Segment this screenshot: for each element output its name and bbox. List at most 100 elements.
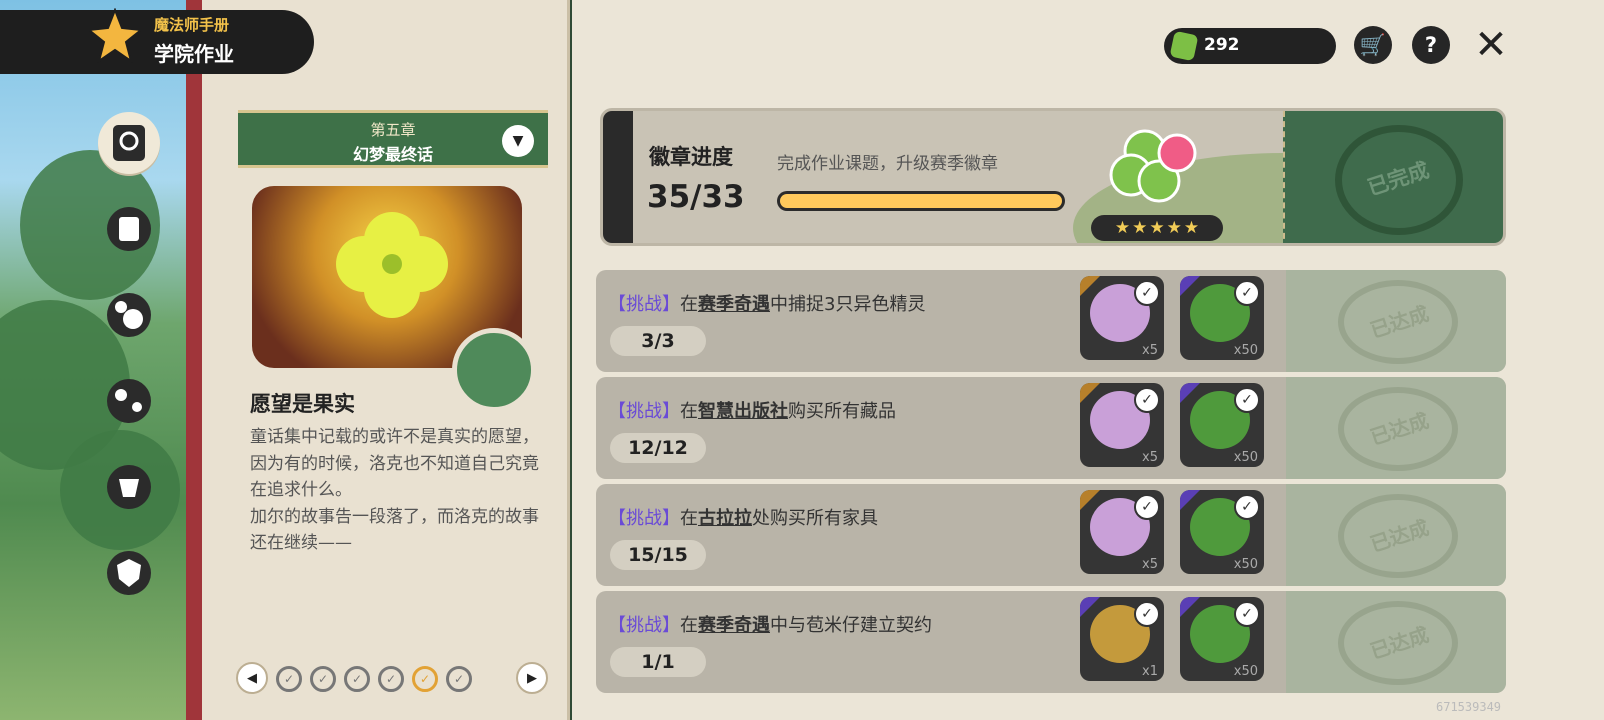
reward-qty: x5 xyxy=(1142,450,1158,465)
check-icon: ✓ xyxy=(1134,601,1160,627)
task-title: 【挑战】在智慧出版社购买所有藏品 xyxy=(608,397,896,423)
reward-item[interactable]: ✓ x50 xyxy=(1180,276,1264,360)
reward-qty: x50 xyxy=(1233,557,1258,572)
reward-qty: x5 xyxy=(1142,343,1158,358)
task-row: 【挑战】在古拉拉处购买所有家具 15/15 ✓ x5 ✓ x50 已达成 xyxy=(596,484,1506,586)
chapter-dropdown-button[interactable]: ▼ xyxy=(502,125,534,157)
reward-item[interactable]: ✓ x50 xyxy=(1180,490,1264,574)
task-pre: 在 xyxy=(680,508,698,529)
pet-paw-icon xyxy=(107,379,151,423)
star-bubbles-icon xyxy=(107,293,151,337)
reward-qty: x1 xyxy=(1142,664,1158,679)
shop-button[interactable]: 🛒 xyxy=(1354,26,1392,64)
task-progress: 12/12 xyxy=(610,433,706,463)
star-icon: ★ xyxy=(1183,218,1200,238)
page-dot[interactable]: ✓ xyxy=(344,666,370,692)
page-dot[interactable]: ✓ xyxy=(310,666,336,692)
nav-masks[interactable] xyxy=(98,456,160,518)
task-location-link[interactable]: 古拉拉 xyxy=(698,508,752,529)
star-icon: ★ xyxy=(1132,218,1148,238)
cart-icon: 🛒 xyxy=(1359,32,1387,57)
card-icon xyxy=(107,207,151,251)
nav-stars[interactable] xyxy=(98,284,160,346)
check-icon: ✓ xyxy=(1234,601,1260,627)
check-icon: ✓ xyxy=(1134,387,1160,413)
task-title: 【挑战】在古拉拉处购买所有家具 xyxy=(608,504,878,530)
academy-logo-icon xyxy=(86,8,144,64)
close-button[interactable]: ✕ xyxy=(1470,22,1512,68)
task-done-stamp: 已达成 xyxy=(1286,484,1506,586)
prev-page-button[interactable]: ◀ xyxy=(236,662,268,694)
check-icon: ✓ xyxy=(1234,494,1260,520)
nav-shield[interactable] xyxy=(98,542,160,604)
task-row: 【挑战】在赛季奇遇中捕捉3只异色精灵 3/3 ✓ x5 ✓ x50 已达成 xyxy=(596,270,1506,372)
season-badge-icon xyxy=(1109,129,1197,203)
reward-qty: x5 xyxy=(1142,557,1158,572)
badge-label: 徽章进度 xyxy=(649,145,733,169)
task-pre: 在 xyxy=(680,615,698,636)
star-icon: ★ xyxy=(1149,218,1165,238)
task-done-stamp: 已达成 xyxy=(1286,377,1506,479)
header-subtitle: 魔法师手册 xyxy=(154,16,230,34)
arrow-right-icon: ▶ xyxy=(527,670,537,686)
user-id: 671539349 xyxy=(1436,700,1502,714)
chevron-down-icon: ▼ xyxy=(512,133,524,149)
page-dot[interactable]: ✓ xyxy=(378,666,404,692)
task-post: 购买所有藏品 xyxy=(788,401,896,422)
task-title: 【挑战】在赛季奇遇中捕捉3只异色精灵 xyxy=(608,290,925,316)
check-icon: ✓ xyxy=(1134,494,1160,520)
task-location-link[interactable]: 赛季奇遇 xyxy=(698,615,770,636)
task-tag: 【挑战】 xyxy=(608,401,680,422)
check-icon: ✓ xyxy=(1234,280,1260,306)
task-progress: 1/1 xyxy=(610,647,706,677)
badge-progress-fill xyxy=(780,194,1062,208)
nav-homework[interactable] xyxy=(98,112,160,174)
mask-icon xyxy=(107,465,151,509)
help-icon: ? xyxy=(1424,33,1438,57)
badge-progress-card: 徽章进度 完成作业课题，升级赛季徽章 35/33 ★ ★ ★ ★ ★ 已完成 xyxy=(600,108,1506,246)
task-pre: 在 xyxy=(680,294,698,315)
task-done-stamp: 已达成 xyxy=(1286,270,1506,372)
story-title: 愿望是果实 xyxy=(250,392,355,416)
task-done-stamp: 已达成 xyxy=(1286,591,1506,693)
check-icon: ✓ xyxy=(1234,387,1260,413)
task-tag: 【挑战】 xyxy=(608,294,680,315)
background-scenery xyxy=(0,0,200,720)
chapter-banner: 第五章 幻梦最终话 ▼ xyxy=(238,110,548,168)
reward-item[interactable]: ✓ x5 xyxy=(1080,490,1164,574)
badge-stars: ★ ★ ★ ★ ★ xyxy=(1091,215,1223,241)
task-tag: 【挑战】 xyxy=(608,615,680,636)
page-dot[interactable]: ✓ xyxy=(276,666,302,692)
reward-item[interactable]: ✓ x50 xyxy=(1180,383,1264,467)
star-icon: ★ xyxy=(1166,218,1182,238)
check-icon: ✓ xyxy=(1134,280,1160,306)
task-progress: 15/15 xyxy=(610,540,706,570)
task-location-link[interactable]: 赛季奇遇 xyxy=(698,294,770,315)
badge-count: 35/33 xyxy=(647,179,745,215)
currency-display[interactable]: 292 xyxy=(1164,28,1336,64)
clover-badge-icon xyxy=(452,328,536,412)
next-page-button[interactable]: ▶ xyxy=(516,662,548,694)
task-location-link[interactable]: 智慧出版社 xyxy=(698,401,788,422)
reward-qty: x50 xyxy=(1233,450,1258,465)
reward-item[interactable]: ✓ x1 xyxy=(1080,597,1164,681)
nav-cards[interactable] xyxy=(98,198,160,260)
header-title: 学院作业 xyxy=(154,42,234,66)
help-button[interactable]: ? xyxy=(1412,26,1450,64)
nav-pets[interactable] xyxy=(98,370,160,432)
badge-stamp-area: 已完成 xyxy=(1283,111,1503,243)
reward-item[interactable]: ✓ x50 xyxy=(1180,597,1264,681)
task-pre: 在 xyxy=(680,401,698,422)
task-post: 中与苞米仔建立契约 xyxy=(770,615,932,636)
shield-icon xyxy=(107,551,151,595)
clover-gem-icon xyxy=(1169,30,1199,62)
badge-progress-bar xyxy=(777,191,1065,211)
chapter-pager: ◀ ✓ ✓ ✓ ✓ ✓ ✓ ▶ xyxy=(236,662,550,696)
reward-qty: x50 xyxy=(1233,664,1258,679)
reward-item[interactable]: ✓ x5 xyxy=(1080,383,1164,467)
page-dot[interactable]: ✓ xyxy=(446,666,472,692)
task-row: 【挑战】在智慧出版社购买所有藏品 12/12 ✓ x5 ✓ x50 已达成 xyxy=(596,377,1506,479)
page-dot-current[interactable]: ✓ xyxy=(412,666,438,692)
reward-item[interactable]: ✓ x5 xyxy=(1080,276,1164,360)
homework-book-icon xyxy=(113,125,145,161)
